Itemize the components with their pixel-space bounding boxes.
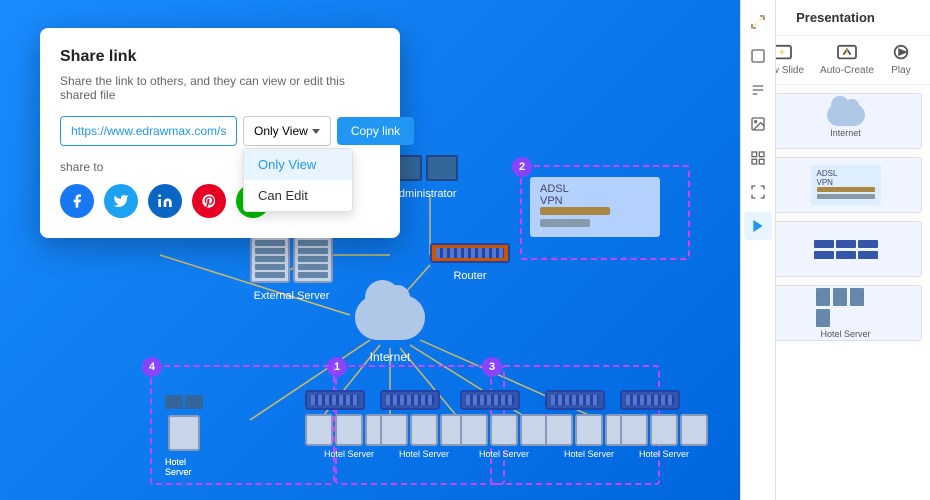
- dropdown-option-can-edit[interactable]: Can Edit: [244, 180, 352, 211]
- share-link-row: Only View Only View Can Edit Copy link: [60, 116, 380, 146]
- slide-thumb-4[interactable]: Hotel Server: [769, 285, 922, 341]
- expand-icon-btn[interactable]: [744, 8, 772, 36]
- social-facebook[interactable]: [60, 184, 94, 218]
- social-pinterest[interactable]: [192, 184, 226, 218]
- presentation-icon-btn[interactable]: [744, 212, 772, 240]
- slide-thumb-2[interactable]: ADSL VPN: [769, 157, 922, 213]
- box-label-2: 2: [512, 157, 532, 177]
- node-label-external-server: External Server: [254, 290, 330, 302]
- auto-create-label: Auto-Create: [820, 65, 874, 76]
- box-label-4: 4: [142, 357, 162, 377]
- share-link-input[interactable]: [60, 116, 237, 146]
- node-label-router: Router: [453, 270, 486, 282]
- permission-dropdown-btn[interactable]: Only View: [243, 116, 331, 146]
- slide-thumb-1[interactable]: Internet: [769, 93, 922, 149]
- box-label-3: 3: [482, 357, 502, 377]
- grid-icon-btn[interactable]: [744, 144, 772, 172]
- shapes-icon-btn[interactable]: [744, 42, 772, 70]
- node-external-server: External Server: [250, 235, 333, 302]
- dialog-title: Share link: [60, 48, 380, 66]
- play-btn[interactable]: Play: [890, 44, 912, 76]
- slide-thumb-3[interactable]: [769, 221, 922, 277]
- image-icon-btn[interactable]: [744, 110, 772, 138]
- node-router: Router: [430, 243, 510, 282]
- switch-group-5: Hotel Server: [620, 390, 708, 459]
- share-dialog: Share link Share the link to others, and…: [40, 28, 400, 238]
- node-label-internet: Internet: [370, 350, 411, 364]
- node-internet: Internet: [355, 295, 425, 364]
- node-administrator: Administrator: [390, 155, 458, 200]
- dialog-description: Share the link to others, and they can v…: [60, 74, 380, 102]
- left-sidebar: [740, 0, 776, 500]
- chevron-down-icon: [312, 129, 320, 134]
- dropdown-option-only-view[interactable]: Only View: [244, 149, 352, 180]
- permission-label: Only View: [254, 124, 308, 138]
- switch-group-3: Hotel Server: [460, 390, 548, 459]
- social-linkedin[interactable]: [148, 184, 182, 218]
- social-twitter[interactable]: [104, 184, 138, 218]
- copy-link-button[interactable]: Copy link: [337, 117, 414, 145]
- permission-dropdown-menu: Only View Can Edit: [243, 148, 353, 212]
- hotel-server-label-2: Hotel Server: [165, 457, 203, 477]
- selection-box-2: 2 ADSL VPN: [520, 165, 690, 260]
- play-label: Play: [891, 65, 910, 76]
- node-label-administrator: Administrator: [392, 188, 457, 200]
- format-icon-btn[interactable]: [744, 76, 772, 104]
- auto-create-btn[interactable]: Auto-Create: [820, 44, 874, 76]
- switch-group-2: Hotel Server: [380, 390, 468, 459]
- fullscreen-icon-btn[interactable]: [744, 178, 772, 206]
